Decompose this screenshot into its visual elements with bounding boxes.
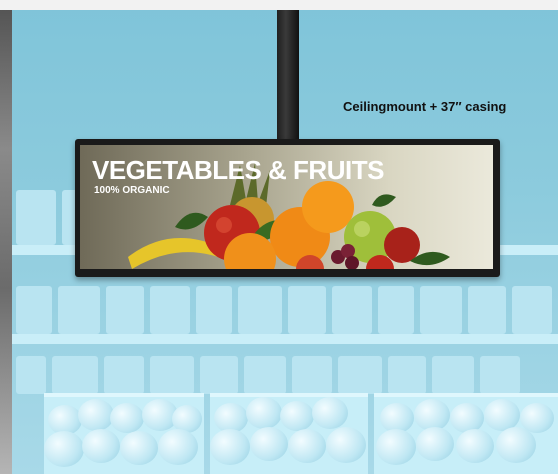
egg-crate-middle (210, 393, 368, 474)
store-scene: Ceilingmount + 37″ casing VEGETABLES & F… (0, 0, 558, 474)
display-screen: VEGETABLES & FRUITS 100% ORGANIC (80, 145, 493, 269)
left-image-strip (0, 10, 12, 474)
shelf-products-middle (12, 286, 558, 334)
ceiling-mount-pole (277, 10, 299, 140)
egg-crate-left (44, 393, 204, 474)
top-band (0, 0, 558, 10)
product-caption: Ceilingmount + 37″ casing (343, 99, 507, 114)
stretched-display-casing: VEGETABLES & FRUITS 100% ORGANIC (75, 139, 500, 277)
shelf-products-lower (12, 356, 558, 394)
egg-crate-right (374, 393, 558, 474)
shelf-middle (12, 334, 558, 344)
display-subline: 100% ORGANIC (94, 185, 170, 196)
display-headline: VEGETABLES & FRUITS (92, 155, 384, 185)
